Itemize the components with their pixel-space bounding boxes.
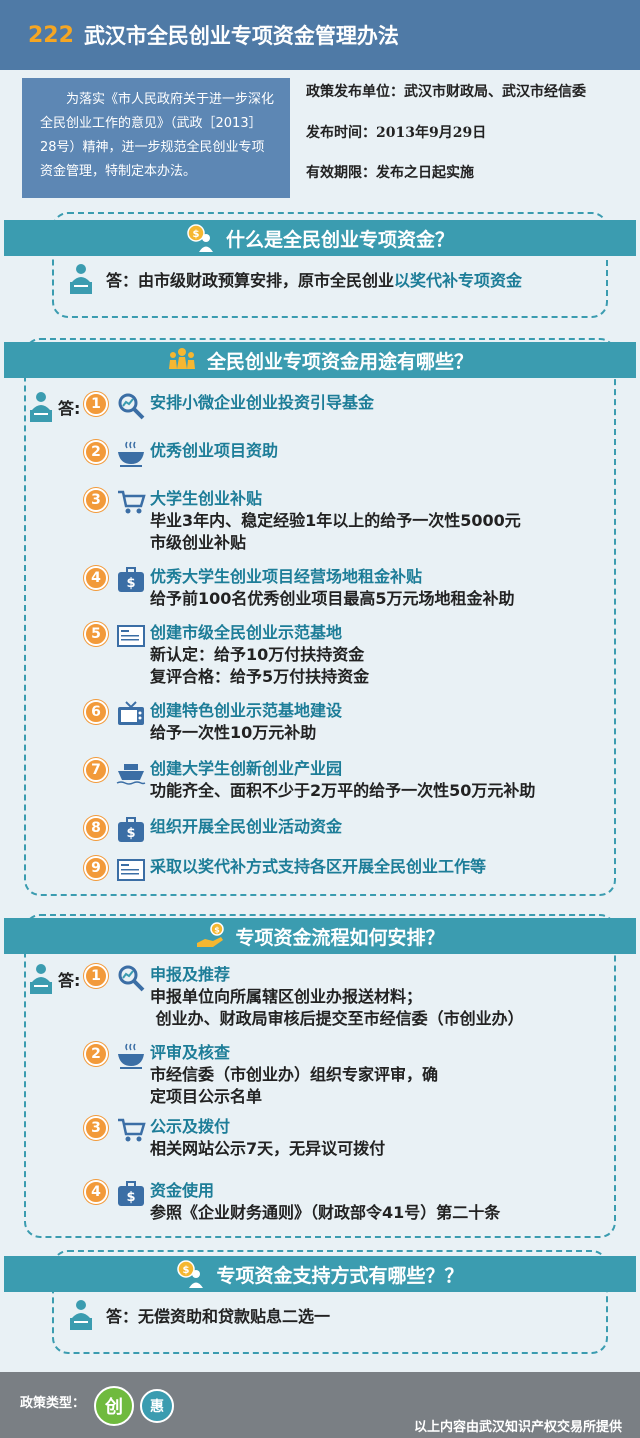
list-item: 3 公示及拨付 相关网站公示7天，无异议可拨付 [84,1116,385,1160]
publisher: 政策发布单位：武汉市财政局、武汉市经信委 [306,84,586,100]
shopping-cart-icon [118,1118,146,1142]
item-desc: 申报单位向所属辖区创业办报送材料； [150,987,423,1006]
list-item: 8 $ 组织开展全民创业活动资金 [84,816,342,844]
money-person-icon: $ [177,1260,204,1288]
svg-text:$: $ [183,1265,190,1276]
coffee-cup-icon [118,1043,144,1069]
money-person-icon: $ [187,224,213,252]
tv-icon [118,701,144,725]
magnifier-chart-icon [118,965,145,992]
item-desc: 参照《企业财务通则》（财政部令41号）第二十条 [150,1203,501,1222]
item-number: 1 [84,964,108,988]
policy-type-badge-chuang: 创 [94,1386,134,1426]
item-desc: 给予一次性10万元补助 [150,723,317,742]
item-number: 3 [84,488,108,512]
validity: 有效期限：发布之日起实施 [306,165,474,181]
list-item: 7 创建大学生创新创业产业园 功能齐全、面积不少于2万平的给予一次性50万元补助 [84,758,535,802]
item-desc: 相关网站公示7天，无异议可拨付 [150,1139,386,1158]
list-item: 2 优秀创业项目资助 [84,440,278,468]
document-card-icon [117,859,145,881]
section1-answer-text: 答：由市级财政预算安排，原市全民创业 [106,271,395,290]
intro-box: 为落实《市人民政府关于进一步深化全民创业工作的意见》（武政［2013］28号）精… [22,78,290,198]
list-item: 6 创建特色创业示范基地建设 给予一次性10万元补助 [84,700,342,744]
section3-bar: $ 专项资金流程如何安排？ [4,918,636,954]
footer: 政策类型： 创 惠 以上内容由武汉知识产权交易所提供 [0,1372,640,1438]
item-number: 4 [84,1180,108,1204]
section1-title: 什么是全民创业专项资金？ [225,228,454,251]
section2-answer-label: 答: [24,390,80,424]
speaker-podium-icon [30,964,52,994]
item-desc: 复评合格：给予5万付扶持资金 [150,667,370,686]
speaker-podium-icon [70,264,92,294]
list-item: 1 安排小微企业创业投资引导基金 [84,392,374,420]
money-bag-icon: $ [118,817,144,842]
list-item: 5 创建市级全民创业示范基地 新认定：给予10万付扶持资金 复评合格：给予5万付… [84,622,369,688]
coffee-cup-icon [118,441,144,467]
list-item: 4 $ 资金使用 参照《企业财务通则》（财政部令41号）第二十条 [84,1180,500,1224]
section2-title: 全民创业专项资金用途有哪些？ [206,350,473,373]
section1-answer: 答：由市级财政预算安排，原市全民创业 以奖代补专项资金 [64,262,522,296]
speaker-podium-icon [30,392,52,422]
list-item: 1 申报及推荐 申报单位向所属辖区创业办报送材料； 创业办、财政局审核后提交至市… [84,964,524,1030]
footer-credit: 以上内容由武汉知识产权交易所提供 [413,1420,622,1435]
item-number: 5 [84,622,108,646]
ship-icon [116,764,146,785]
hand-coins-icon: $ [197,922,225,947]
section3-answer-label: 答: [24,962,80,996]
list-item: 3 大学生创业补贴 毕业3年内、稳定经验1年以上的给予一次性5000元 市级创业… [84,488,521,554]
item-desc: 创业办、财政局审核后提交至市经信委（市创业办） [150,1009,524,1028]
section1-bar: $ 什么是全民创业专项资金？ [4,220,636,256]
section1-answer-highlight: 以奖代补专项资金 [394,271,523,290]
magnifier-chart-icon [118,393,145,420]
policy-type-badge-hui: 惠 [140,1389,174,1423]
item-desc: 功能齐全、面积不少于2万平的给予一次性50万元补助 [150,781,536,800]
policy-type-label: 政策类型： [20,1396,86,1411]
shopping-cart-icon [118,490,146,514]
section4-bar: $ 专项资金支持方式有哪些？？ [4,1256,636,1292]
publish-date: 发布时间：2013年9月29日 [306,125,487,141]
item-number: 6 [84,700,108,724]
svg-text:$: $ [126,576,135,591]
item-number: 8 [84,816,108,840]
item-number: 3 [84,1116,108,1140]
section4-title: 专项资金支持方式有哪些？？ [216,1264,464,1287]
item-number: 9 [84,856,108,880]
svg-text:$: $ [215,926,221,935]
item-desc: 定项目公示名单 [150,1087,263,1106]
svg-text:$: $ [126,826,135,841]
policy-meta: 政策发布单位：武汉市财政局、武汉市经信委 发布时间：2013年9月29日 有效期… [306,82,636,203]
section2-bar: 全民创业专项资金用途有哪些？ [4,342,636,378]
item-desc: 市经信委（市创业办）组织专家评审，确 [150,1065,439,1084]
money-bag-icon: $ [118,1181,144,1206]
people-group-icon [168,348,195,369]
page-header: 222 武汉市全民创业专项资金管理办法 [0,0,640,70]
item-number: 1 [84,392,108,416]
item-number: 2 [84,440,108,464]
page-title: 武汉市全民创业专项资金管理办法 [83,24,399,48]
item-desc: 给予前100名优秀创业项目最高5万元场地租金补助 [150,589,515,608]
money-bag-icon: $ [118,567,144,592]
item-desc: 市级创业补贴 [150,533,247,552]
list-item: 4 $ 优秀大学生创业项目经营场地租金补贴 给予前100名优秀创业项目最高5万元… [84,566,515,610]
section2-frame [24,338,616,896]
policy-number: 222 [28,22,74,48]
item-number: 4 [84,566,108,590]
list-item: 2 评审及核查 市经信委（市创业办）组织专家评审，确 定项目公示名单 [84,1042,438,1108]
item-desc: 毕业3年内、稳定经验1年以上的给予一次性5000元 [150,511,521,530]
svg-text:$: $ [126,1190,135,1205]
list-item: 9 采取以奖代补方式支持各区开展全民创业工作等 [84,856,486,884]
speaker-podium-icon [70,1300,92,1330]
section3-title: 专项资金流程如何安排？ [235,926,445,949]
item-desc: 新认定：给予10万付扶持资金 [150,645,365,664]
section4-answer-text: 答：无偿资助和贷款贴息二选一 [106,1307,331,1326]
item-number: 7 [84,758,108,782]
item-number: 2 [84,1042,108,1066]
document-card-icon [117,625,145,647]
section4-answer: 答：无偿资助和贷款贴息二选一 [64,1298,330,1332]
svg-text:$: $ [193,229,200,240]
